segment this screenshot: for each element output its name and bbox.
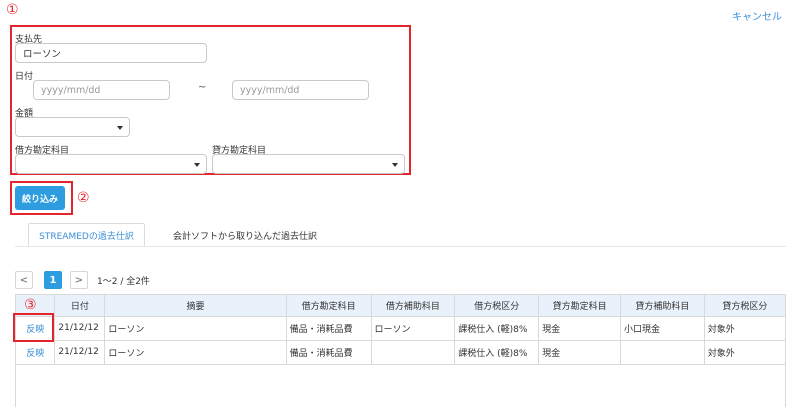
- annotation-2: ②: [77, 190, 90, 206]
- tab-imported-history[interactable]: 会計ソフトから取り込んだ過去仕訳: [165, 223, 325, 247]
- date-range-separator: ~: [198, 82, 207, 93]
- chevron-down-icon: [194, 163, 200, 167]
- debit-account-select[interactable]: [15, 154, 207, 174]
- apply-link[interactable]: 反映: [16, 340, 56, 365]
- chevron-down-icon: [117, 126, 123, 130]
- cell-credit-tax: 対象外: [704, 316, 785, 341]
- date-from-input[interactable]: [33, 80, 170, 100]
- cell-date: 21/12/12: [54, 316, 106, 341]
- col-header-credit-sub-account: 貸方補助科目: [620, 295, 705, 317]
- col-header-debit-sub-account: 借方補助科目: [371, 295, 456, 317]
- table-header-row: 日付 摘要 借方勘定科目 借方補助科目 借方税区分 貸方勘定科目 貸方補助科目 …: [16, 295, 785, 317]
- date-label: 日付: [15, 72, 34, 82]
- table-row: 反映 21/12/12 ローソン 備品・消耗品費 ローソン 課税仕入 (軽)8%…: [16, 316, 785, 341]
- pagination-page-1[interactable]: 1: [44, 271, 62, 289]
- col-header-credit-account: 貸方勘定科目: [538, 295, 621, 317]
- date-to-input[interactable]: [232, 80, 369, 100]
- tab-streamed-history[interactable]: STREAMEDの過去仕訳: [28, 223, 145, 247]
- cell-credit-account: 現金: [538, 316, 621, 341]
- annotation-3: ③: [24, 297, 37, 313]
- payee-input[interactable]: [15, 43, 207, 63]
- col-header-debit-account: 借方勘定科目: [286, 295, 372, 317]
- cell-debit-sub-account: ローソン: [371, 316, 456, 341]
- pagination-info: 1～2 / 全2件: [97, 277, 150, 287]
- cell-debit-tax: 課税仕入 (軽)8%: [454, 340, 540, 365]
- cell-credit-sub-account: [620, 340, 705, 365]
- pagination-next-button[interactable]: >: [70, 271, 88, 289]
- cell-debit-account: 備品・消耗品費: [286, 316, 372, 341]
- cell-debit-account: 備品・消耗品費: [286, 340, 372, 365]
- col-header-date: 日付: [54, 295, 106, 317]
- annotation-1: ①: [6, 2, 19, 18]
- col-header-description: 摘要: [104, 295, 287, 317]
- cell-debit-tax: 課税仕入 (軽)8%: [454, 316, 540, 341]
- cell-credit-account: 現金: [538, 340, 621, 365]
- cancel-link[interactable]: キャンセル: [732, 8, 782, 23]
- pagination-prev-button[interactable]: <: [15, 271, 33, 289]
- tab-divider: [15, 246, 786, 247]
- credit-account-select[interactable]: [212, 154, 405, 174]
- amount-select[interactable]: [15, 117, 130, 137]
- col-header-credit-tax: 貸方税区分: [704, 295, 785, 317]
- cell-credit-tax: 対象外: [704, 340, 785, 365]
- journal-table: 日付 摘要 借方勘定科目 借方補助科目 借方税区分 貸方勘定科目 貸方補助科目 …: [15, 294, 786, 407]
- cell-date: 21/12/12: [54, 340, 106, 365]
- table-row: 反映 21/12/12 ローソン 備品・消耗品費 課税仕入 (軽)8% 現金 対…: [16, 340, 785, 365]
- chevron-down-icon: [392, 163, 398, 167]
- cell-description: ローソン: [104, 316, 287, 341]
- cell-credit-sub-account: 小口現金: [620, 316, 705, 341]
- annotation-box-apply: [13, 313, 54, 342]
- filter-submit-button[interactable]: 絞り込み: [15, 186, 65, 210]
- cell-description: ローソン: [104, 340, 287, 365]
- cell-debit-sub-account: [371, 340, 456, 365]
- col-header-debit-tax: 借方税区分: [454, 295, 540, 317]
